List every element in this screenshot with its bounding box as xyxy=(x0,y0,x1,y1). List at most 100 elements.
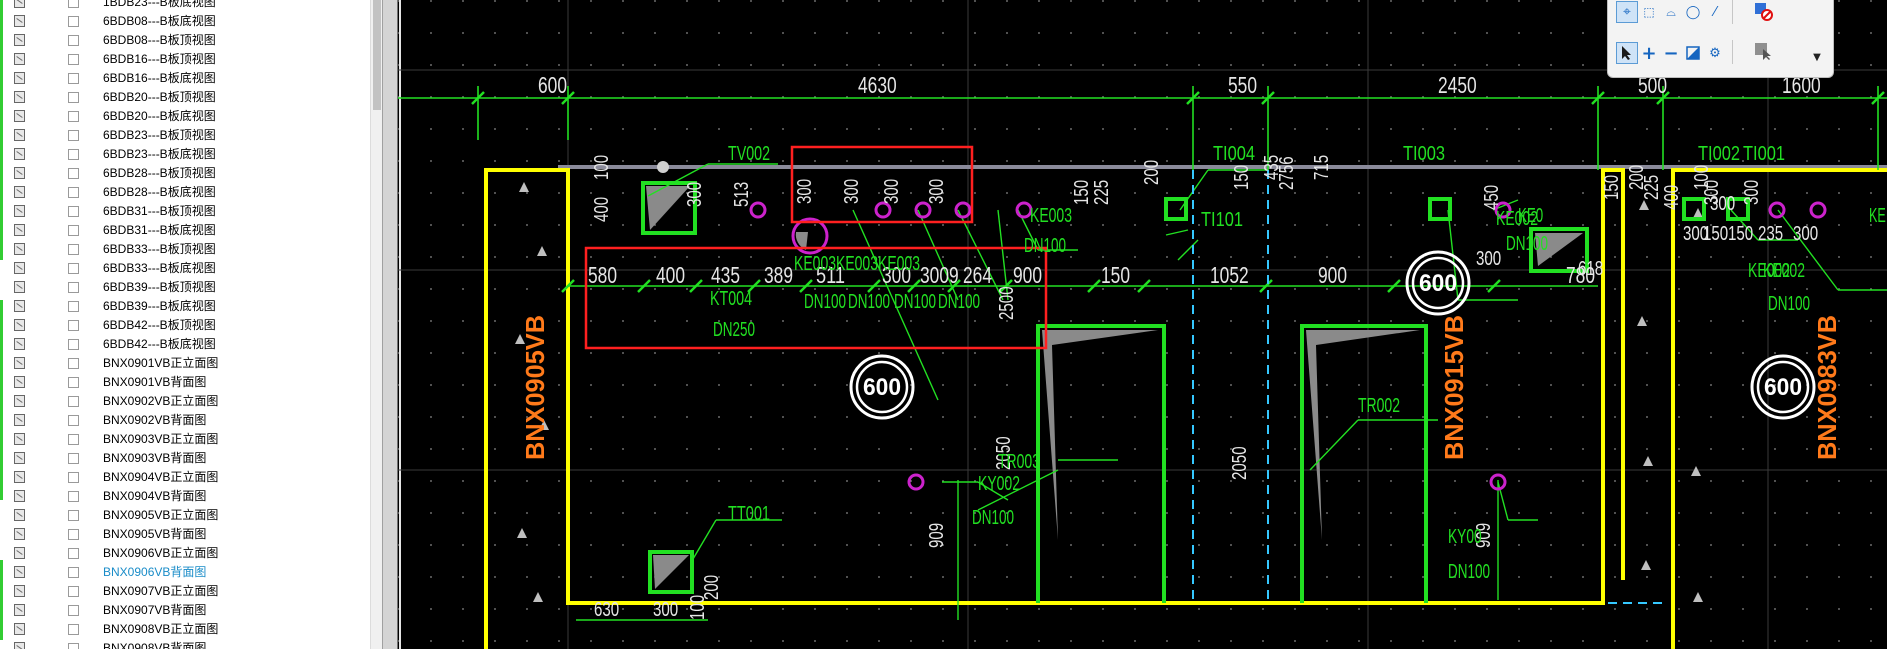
visibility-checkbox[interactable] xyxy=(68,567,79,578)
visibility-checkbox[interactable] xyxy=(68,453,79,464)
pointer-select-icon[interactable] xyxy=(1616,42,1638,64)
tree-item[interactable]: 6BDB23---B板底视图 xyxy=(0,145,370,164)
crosshair-select-icon[interactable]: ⌖ xyxy=(1616,1,1638,23)
tree-item[interactable]: BNX0901VB背面图 xyxy=(0,373,370,392)
visibility-checkbox[interactable] xyxy=(68,225,79,236)
visibility-checkbox[interactable] xyxy=(68,92,79,103)
visibility-checkbox[interactable] xyxy=(68,548,79,559)
visibility-checkbox[interactable] xyxy=(68,396,79,407)
tree-item[interactable]: 6BDB28---B板底视图 xyxy=(0,183,370,202)
visibility-checkbox[interactable] xyxy=(68,434,79,445)
tree-item-label: 6BDB08---B板顶视图 xyxy=(103,33,216,47)
tree-item[interactable]: 6BDB33---B板顶视图 xyxy=(0,240,370,259)
visibility-checkbox[interactable] xyxy=(68,643,79,649)
tree-item[interactable]: 6BDB23---B板顶视图 xyxy=(0,126,370,145)
layer-file-icon xyxy=(14,110,25,122)
visibility-checkbox[interactable] xyxy=(68,73,79,84)
callout-text: TV002 xyxy=(728,143,770,165)
tree-scrollbar-thumb[interactable] xyxy=(373,0,381,110)
visibility-checkbox[interactable] xyxy=(68,377,79,388)
tree-item[interactable]: BNX0908VB背面图 xyxy=(0,639,370,649)
visibility-checkbox[interactable] xyxy=(68,415,79,426)
visibility-checkbox[interactable] xyxy=(68,54,79,65)
visibility-checkbox[interactable] xyxy=(68,282,79,293)
layer-off-icon[interactable] xyxy=(1752,0,1774,22)
tree-item[interactable]: 6BDB39---B板底视图 xyxy=(0,297,370,316)
tree-item[interactable]: 6BDB20---B板顶视图 xyxy=(0,88,370,107)
tree-item[interactable]: BNX0906VB正立面图 xyxy=(0,544,370,563)
visibility-checkbox[interactable] xyxy=(68,624,79,635)
tree-item[interactable]: BNX0906VB背面图 xyxy=(0,563,370,582)
settings-select-icon[interactable]: ⚙ xyxy=(1704,42,1726,64)
top-dimension-text: 600 xyxy=(538,72,567,98)
visibility-checkbox[interactable] xyxy=(68,491,79,502)
tree-item[interactable]: 6BDB16---B板底视图 xyxy=(0,69,370,88)
visibility-checkbox[interactable] xyxy=(68,510,79,521)
visibility-checkbox[interactable] xyxy=(68,586,79,597)
visibility-checkbox[interactable] xyxy=(68,339,79,350)
tree-item[interactable]: BNX0903VB背面图 xyxy=(0,449,370,468)
tree-item[interactable]: BNX0907VB正立面图 xyxy=(0,582,370,601)
tree-item[interactable]: 6BDB08---B板底视图 xyxy=(0,12,370,31)
tree-item[interactable]: BNX0903VB正立面图 xyxy=(0,430,370,449)
circle-select-icon[interactable]: ◯ xyxy=(1682,1,1704,23)
tree-item[interactable]: BNX0905VB背面图 xyxy=(0,525,370,544)
cad-drawing-canvas[interactable]: 600 4630 550 2450 500 1600 580 400 435 389 511 300 3… xyxy=(398,0,1887,649)
tree-item[interactable]: 6BDB08---B板顶视图 xyxy=(0,31,370,50)
tree-item[interactable]: 6BDB31---B板底视图 xyxy=(0,221,370,240)
visibility-checkbox[interactable] xyxy=(68,187,79,198)
visibility-checkbox[interactable] xyxy=(68,206,79,217)
tree-item[interactable]: BNX0901VB正立面图 xyxy=(0,354,370,373)
dimension-text: 150 xyxy=(1728,223,1753,245)
dimension-text: 300 xyxy=(881,179,903,204)
tree-item[interactable]: 6BDB42---B板底视图 xyxy=(0,335,370,354)
tree-item[interactable]: 1BDB23---B板底视图 xyxy=(0,0,370,12)
tree-item[interactable]: 6BDB39---B板顶视图 xyxy=(0,278,370,297)
visibility-checkbox[interactable] xyxy=(68,168,79,179)
pointer-gray-icon[interactable] xyxy=(1752,40,1774,62)
dropdown-icon[interactable]: ▼ xyxy=(1806,46,1828,68)
visibility-checkbox[interactable] xyxy=(68,605,79,616)
visibility-checkbox[interactable] xyxy=(68,35,79,46)
callout-text: TI003 xyxy=(1403,143,1445,165)
tree-item[interactable]: 6BDB42---B板顶视图 xyxy=(0,316,370,335)
tree-item[interactable]: BNX0904VB正立面图 xyxy=(0,468,370,487)
visibility-checkbox[interactable] xyxy=(68,320,79,331)
tree-item[interactable]: BNX0902VB背面图 xyxy=(0,411,370,430)
visibility-checkbox[interactable] xyxy=(68,111,79,122)
add-select-icon[interactable]: + xyxy=(1638,42,1660,64)
tree-item[interactable]: BNX0904VB背面图 xyxy=(0,487,370,506)
lasso-select-icon[interactable]: ⌓ xyxy=(1660,1,1682,23)
visibility-checkbox[interactable] xyxy=(68,472,79,483)
tree-item[interactable]: BNX0902VB正立面图 xyxy=(0,392,370,411)
visibility-checkbox[interactable] xyxy=(68,16,79,27)
callout-text: DN100 xyxy=(972,507,1014,529)
line-select-icon[interactable]: ⁄ xyxy=(1704,1,1726,23)
visibility-checkbox[interactable] xyxy=(68,244,79,255)
visibility-checkbox[interactable] xyxy=(68,0,79,8)
visibility-checkbox[interactable] xyxy=(68,358,79,369)
visibility-checkbox[interactable] xyxy=(68,529,79,540)
dimension-text: 618 xyxy=(1578,258,1603,280)
invert-select-icon[interactable] xyxy=(1682,42,1704,64)
tree-item[interactable]: BNX0905VB正立面图 xyxy=(0,506,370,525)
visibility-checkbox[interactable] xyxy=(68,149,79,160)
layer-file-icon xyxy=(14,604,25,616)
tree-item[interactable]: 6BDB20---B板底视图 xyxy=(0,107,370,126)
tree-item-label: 6BDB20---B板底视图 xyxy=(103,109,216,123)
visibility-checkbox[interactable] xyxy=(68,263,79,274)
layer-file-icon xyxy=(14,357,25,369)
visibility-checkbox[interactable] xyxy=(68,301,79,312)
rect-select-icon[interactable]: ⬚ xyxy=(1638,1,1660,23)
visibility-checkbox[interactable] xyxy=(68,130,79,141)
layer-file-icon xyxy=(14,452,25,464)
tree-item[interactable]: 6BDB31---B板顶视图 xyxy=(0,202,370,221)
tree-item[interactable]: 6BDB33---B板底视图 xyxy=(0,259,370,278)
tree-item[interactable]: BNX0907VB背面图 xyxy=(0,601,370,620)
tree-item[interactable]: 6BDB28---B板顶视图 xyxy=(0,164,370,183)
tree-item[interactable]: BNX0908VB正立面图 xyxy=(0,620,370,639)
remove-select-icon[interactable]: − xyxy=(1660,42,1682,64)
tree-item[interactable]: 6BDB16---B板顶视图 xyxy=(0,50,370,69)
bottom-dimension-text: 300 xyxy=(653,599,678,621)
panel-splitter[interactable] xyxy=(382,0,398,649)
